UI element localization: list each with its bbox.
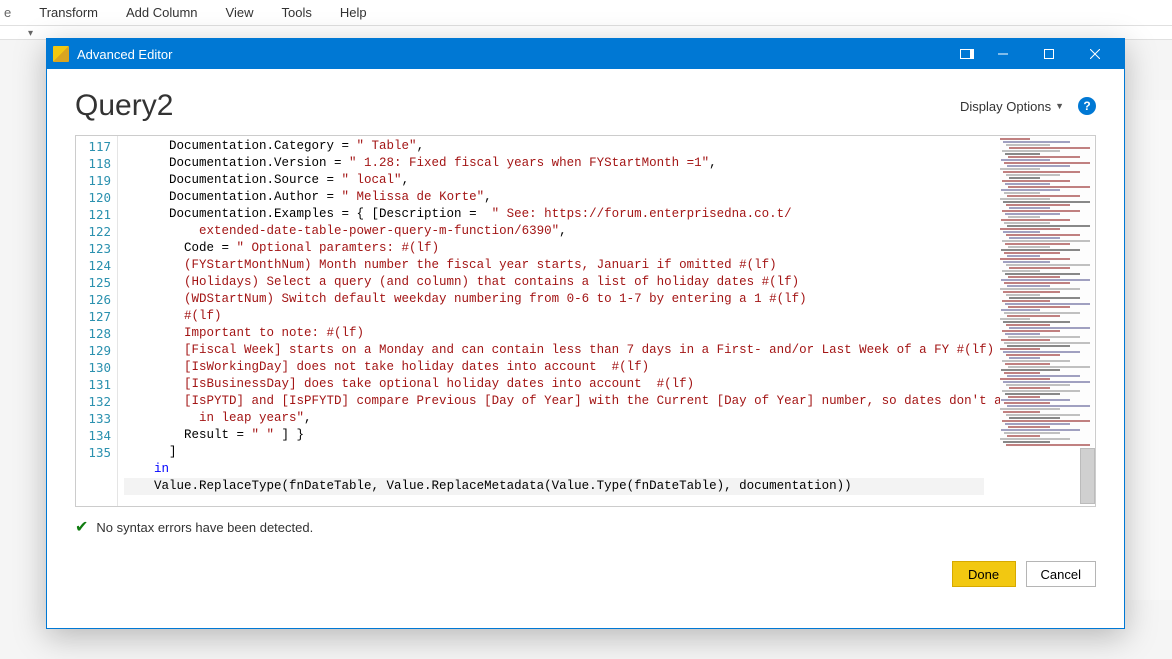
code-line[interactable]: [IsPYTD] and [IsPFYTD] compare Previous …: [124, 393, 1089, 410]
line-number: 124: [76, 257, 117, 274]
powerbi-icon: [53, 46, 69, 62]
display-options-dropdown[interactable]: Display Options ▼: [960, 99, 1064, 114]
dialog-content: Query2 Display Options ▼ ? 1171181191201…: [47, 69, 1124, 628]
syntax-status-message: No syntax errors have been detected.: [96, 520, 313, 535]
code-line[interactable]: Documentation.Version = " 1.28: Fixed fi…: [124, 155, 1089, 172]
code-line[interactable]: Result = " " ] }: [124, 427, 1089, 444]
line-number: 119: [76, 172, 117, 189]
line-number: 129: [76, 342, 117, 359]
ribbon-tab-transform[interactable]: Transform: [39, 5, 98, 20]
ribbon-tab-tools[interactable]: Tools: [281, 5, 311, 20]
code-line[interactable]: (Holidays) Select a query (and column) t…: [124, 274, 1089, 291]
code-line[interactable]: in leap years",: [124, 410, 1089, 427]
close-button[interactable]: [1072, 39, 1118, 69]
line-number: 135: [76, 444, 117, 461]
code-line[interactable]: (FYStartMonthNum) Month number the fisca…: [124, 257, 1089, 274]
ribbon-tab-help[interactable]: Help: [340, 5, 367, 20]
code-line[interactable]: Documentation.Examples = { [Description …: [124, 206, 1089, 223]
line-number: 122: [76, 223, 117, 240]
minimap[interactable]: [1000, 137, 1094, 447]
ribbon-expand-icon[interactable]: ▾: [28, 28, 33, 39]
code-line[interactable]: [IsWorkingDay] does not take holiday dat…: [124, 359, 1089, 376]
code-line[interactable]: extended-date-table-power-query-m-functi…: [124, 223, 1089, 240]
advanced-editor-dialog: Advanced Editor Query2 Display Options ▼…: [46, 38, 1125, 629]
code-line[interactable]: Code = " Optional paramters: #(lf): [124, 240, 1089, 257]
line-number: 123: [76, 240, 117, 257]
line-number: 127: [76, 308, 117, 325]
ribbon-tab-view[interactable]: View: [226, 5, 254, 20]
cancel-button[interactable]: Cancel: [1026, 561, 1096, 587]
line-number: 134: [76, 427, 117, 444]
code-editor[interactable]: 1171181191201211221231241251261271281291…: [75, 135, 1096, 507]
help-icon[interactable]: ?: [1078, 97, 1096, 115]
ribbon-menu: e Transform Add Column View Tools Help: [0, 0, 1172, 26]
line-number: 130: [76, 359, 117, 376]
code-line[interactable]: ]: [124, 444, 1089, 461]
dialog-title: Advanced Editor: [77, 47, 172, 62]
code-line[interactable]: [Fiscal Week] starts on a Monday and can…: [124, 342, 1089, 359]
code-line[interactable]: in: [124, 461, 1089, 478]
line-number: 125: [76, 274, 117, 291]
check-icon: ✔: [75, 517, 88, 537]
code-area[interactable]: Documentation.Category = " Table", Docum…: [118, 136, 1095, 506]
code-line[interactable]: #(lf): [124, 308, 1089, 325]
line-number: 121: [76, 206, 117, 223]
dialog-titlebar: Advanced Editor: [47, 39, 1124, 69]
done-button[interactable]: Done: [952, 561, 1016, 587]
code-line[interactable]: Value.ReplaceType(fnDateTable, Value.Rep…: [124, 478, 984, 495]
code-line[interactable]: (WDStartNum) Switch default weekday numb…: [124, 291, 1089, 308]
line-number: 132: [76, 393, 117, 410]
minimize-button[interactable]: [980, 39, 1026, 69]
line-number: 131: [76, 376, 117, 393]
line-number: 128: [76, 325, 117, 342]
code-line[interactable]: Documentation.Source = " local",: [124, 172, 1089, 189]
dock-icon[interactable]: [960, 49, 974, 59]
line-number: 120: [76, 189, 117, 206]
ribbon-tab-home-fragment[interactable]: e: [4, 5, 11, 20]
line-number: 126: [76, 291, 117, 308]
code-line[interactable]: Important to note: #(lf): [124, 325, 1089, 342]
code-line[interactable]: Documentation.Category = " Table",: [124, 138, 1089, 155]
line-number: 117: [76, 138, 117, 155]
code-line[interactable]: Documentation.Author = " Melissa de Kort…: [124, 189, 1089, 206]
maximize-button[interactable]: [1026, 39, 1072, 69]
dialog-footer: Done Cancel: [75, 561, 1096, 587]
line-number-gutter: 1171181191201211221231241251261271281291…: [76, 136, 118, 506]
line-number: 118: [76, 155, 117, 172]
line-number: 133: [76, 410, 117, 427]
chevron-down-icon: ▼: [1055, 101, 1064, 111]
display-options-label: Display Options: [960, 99, 1051, 114]
minimap-scrollbar[interactable]: [1080, 448, 1095, 504]
syntax-status: ✔ No syntax errors have been detected.: [75, 517, 1096, 537]
query-name: Query2: [75, 89, 173, 123]
ribbon-tab-add-column[interactable]: Add Column: [126, 5, 198, 20]
code-line[interactable]: [IsBusinessDay] does take optional holid…: [124, 376, 1089, 393]
